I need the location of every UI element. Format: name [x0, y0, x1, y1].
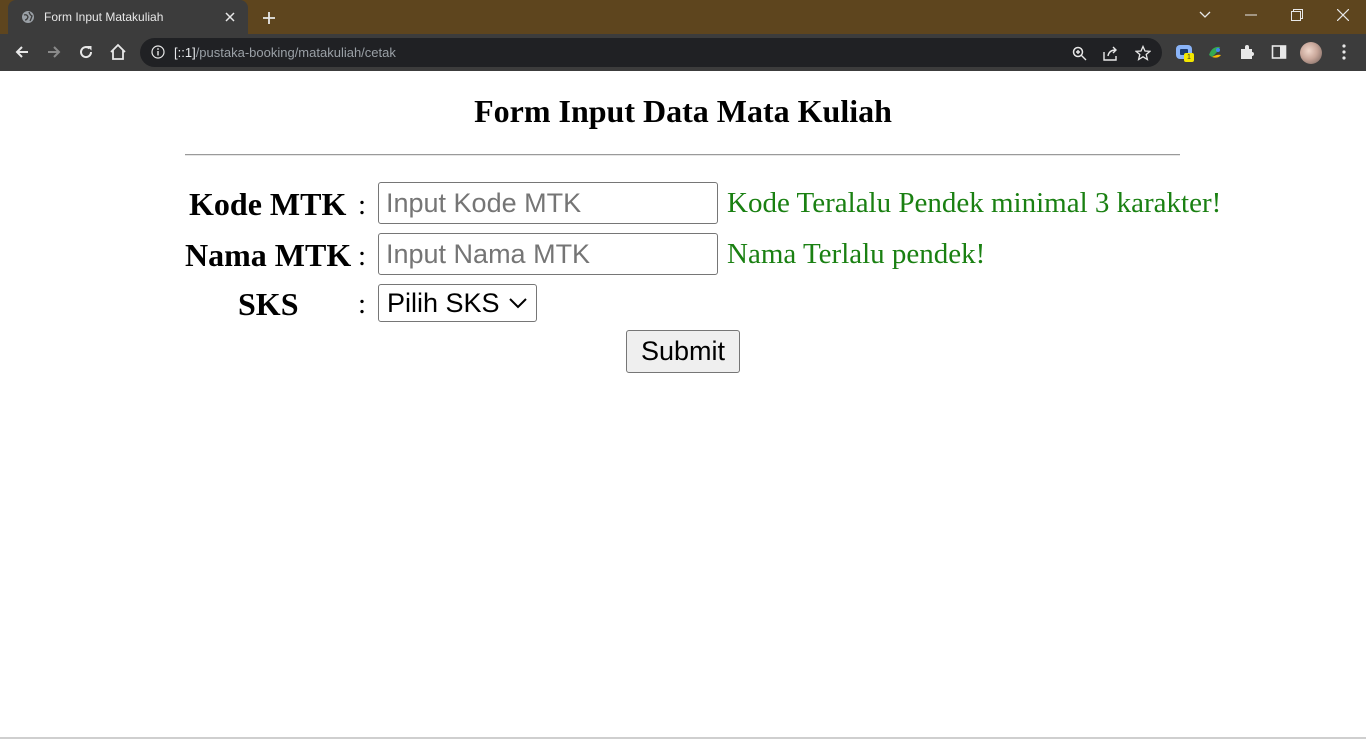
nama-mtk-label: Nama MTK: [185, 237, 352, 273]
restore-icon[interactable]: [1274, 0, 1320, 30]
sks-selected-value: Pilih SKS: [387, 287, 500, 318]
close-window-icon[interactable]: [1320, 0, 1366, 30]
extension-icon[interactable]: 1: [1174, 42, 1194, 62]
url-path: /pustaka-booking/matakuliah/cetak: [195, 45, 396, 60]
sks-colon: :: [358, 288, 367, 320]
kode-mtk-colon: :: [358, 189, 367, 221]
nama-mtk-colon: :: [358, 240, 367, 272]
site-info-icon[interactable]: [150, 44, 166, 60]
sks-select[interactable]: Pilih SKS: [378, 284, 537, 322]
kode-mtk-label: Kode MTK: [189, 186, 347, 222]
page-content: Form Input Data Mata Kuliah Kode MTK : K…: [0, 71, 1366, 739]
kode-mtk-error: Kode Teralalu Pendek minimal 3 karakter!: [727, 187, 1222, 219]
colorful-extension-icon[interactable]: [1205, 42, 1225, 62]
url-host: [::1]: [174, 45, 196, 60]
reload-icon[interactable]: [72, 38, 100, 66]
forward-arrow-icon[interactable]: [40, 38, 68, 66]
url-text: [::1]/pustaka-booking/matakuliah/cetak: [174, 45, 396, 60]
nama-mtk-input[interactable]: [378, 233, 718, 275]
puzzle-icon[interactable]: [1237, 42, 1257, 62]
submit-button[interactable]: Submit: [626, 330, 740, 373]
kode-mtk-input[interactable]: [378, 182, 718, 224]
minimize-icon[interactable]: [1228, 0, 1274, 30]
profile-avatar[interactable]: [1300, 42, 1322, 64]
tab-title: Form Input Matakuliah: [44, 10, 164, 24]
chevron-down-icon: [509, 298, 527, 309]
side-panel-icon[interactable]: [1269, 42, 1289, 62]
browser-toolbar: [::1]/pustaka-booking/matakuliah/cetak 1: [0, 34, 1366, 71]
tab-close-icon[interactable]: [222, 9, 238, 25]
sks-label: SKS: [238, 286, 299, 322]
menu-kebab-icon[interactable]: [1334, 42, 1354, 62]
tab-search-chevron-icon[interactable]: [1182, 0, 1228, 30]
globe-icon: [20, 9, 36, 25]
zoom-icon[interactable]: [1070, 44, 1088, 62]
home-icon[interactable]: [104, 38, 132, 66]
address-bar[interactable]: [::1]/pustaka-booking/matakuliah/cetak: [140, 38, 1162, 67]
browser-titlebar: Form Input Matakuliah: [0, 0, 1366, 34]
new-tab-button[interactable]: [258, 7, 280, 29]
browser-tab[interactable]: Form Input Matakuliah: [8, 0, 248, 34]
back-arrow-icon[interactable]: [8, 38, 36, 66]
nama-mtk-error: Nama Terlalu pendek!: [727, 238, 986, 270]
extension-badge: 1: [1184, 53, 1194, 62]
share-icon[interactable]: [1102, 44, 1120, 62]
divider: [185, 154, 1180, 156]
bookmark-star-icon[interactable]: [1134, 44, 1152, 62]
page-title: Form Input Data Mata Kuliah: [474, 93, 892, 129]
